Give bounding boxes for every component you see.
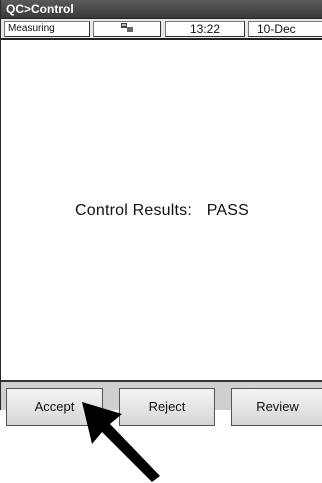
- title-bar: QC>Control: [1, 0, 322, 18]
- status-bar: Measuring 13:22 10-Dec: [1, 18, 322, 40]
- screen-title: QC>Control: [6, 2, 74, 16]
- review-button[interactable]: Review: [231, 388, 322, 426]
- result-label: Control Results:: [75, 202, 193, 219]
- clock-time: 13:22: [165, 21, 245, 37]
- network-status: [93, 21, 161, 37]
- result-value: PASS: [206, 202, 249, 219]
- control-result: Control Results: PASS: [1, 202, 322, 220]
- arrow-pointer-icon: [82, 402, 160, 482]
- mode-indicator: Measuring: [4, 21, 90, 37]
- network-icon: [121, 23, 133, 33]
- results-panel: Control Results: PASS: [1, 40, 322, 382]
- current-date: 10-Dec: [248, 21, 322, 37]
- device-screen: QC>Control Measuring 13:22 10-Dec Contro…: [0, 0, 322, 426]
